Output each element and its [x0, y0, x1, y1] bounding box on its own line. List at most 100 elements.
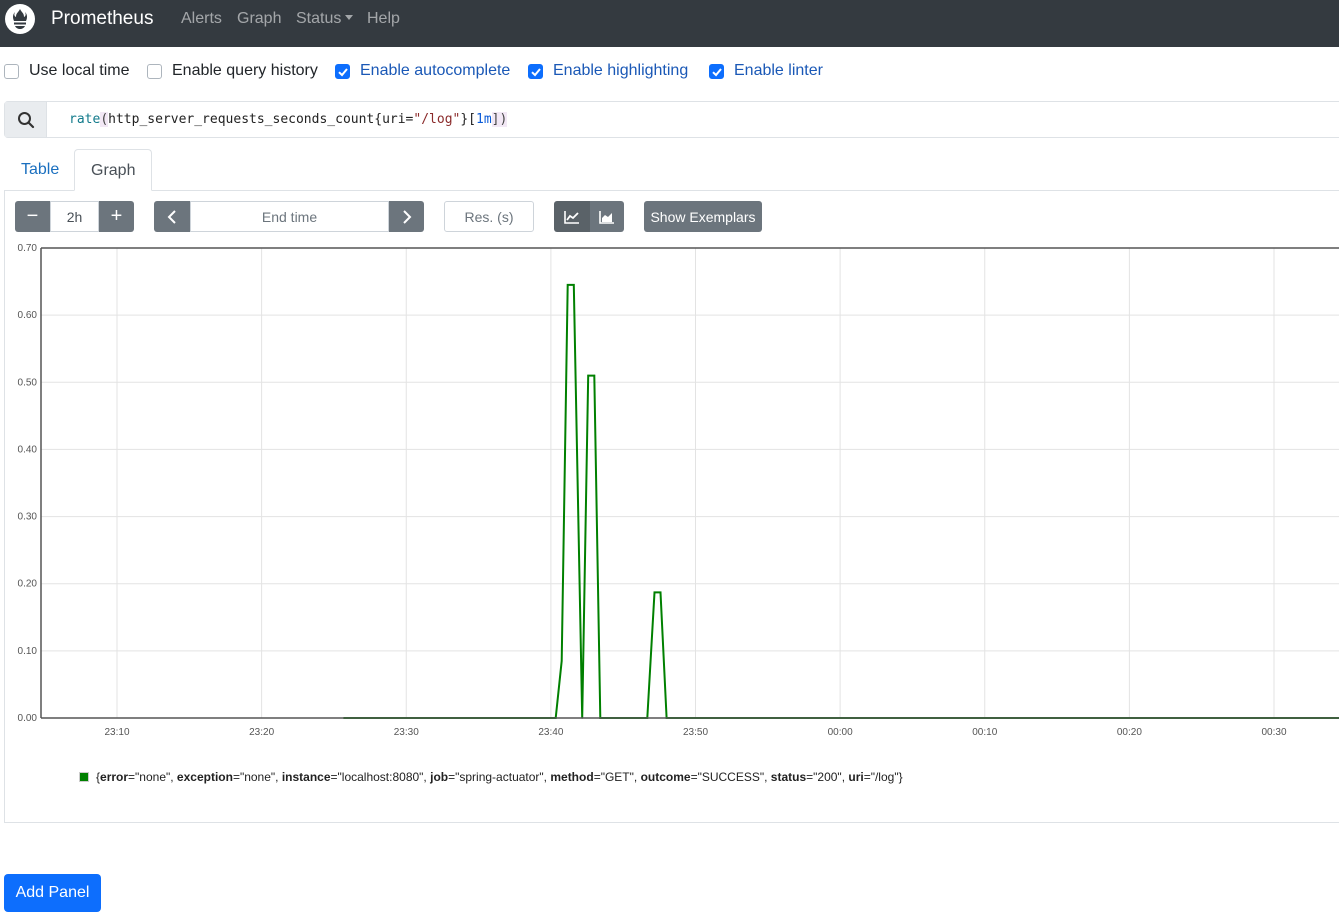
- option-enable-query-history[interactable]: Enable query history: [147, 62, 318, 80]
- resolution-input[interactable]: Res. (s): [444, 201, 534, 232]
- data-point: [560, 660, 563, 662]
- y-tick-label: 0.10: [18, 646, 38, 657]
- add-panel-button[interactable]: Add Panel: [4, 874, 101, 912]
- data-point: [587, 374, 589, 377]
- brand-title[interactable]: Prometheus: [51, 8, 153, 30]
- data-point: [566, 284, 569, 286]
- x-tick-label: 00:00: [828, 727, 853, 738]
- data-point: [659, 591, 662, 594]
- checkbox-checked[interactable]: [709, 63, 724, 79]
- x-tick-label: 23:10: [104, 727, 129, 738]
- query-duration: 1m: [476, 112, 492, 127]
- legend-label-value: ="SUCCESS",: [690, 770, 771, 784]
- option-label: Enable linter: [734, 62, 823, 79]
- legend-label-key: instance: [281, 770, 331, 784]
- show-exemplars-button[interactable]: Show Exemplars: [644, 201, 762, 232]
- query-paren: (: [100, 112, 109, 127]
- nav-alerts[interactable]: Alerts: [181, 10, 222, 28]
- y-tick-label: 0.00: [18, 713, 38, 724]
- legend-label-value: ="spring-actuator",: [448, 770, 551, 784]
- legend-label-key: method: [550, 770, 594, 784]
- area-chart-icon: [599, 210, 614, 224]
- x-tick-label: 00:20: [1117, 727, 1142, 738]
- option-label: Enable autocomplete: [360, 62, 511, 79]
- tab-divider: [4, 190, 1339, 191]
- option-use-local-time[interactable]: Use local time: [4, 62, 129, 80]
- legend-label-value: ="GET",: [593, 770, 641, 784]
- option-label: Enable highlighting: [553, 62, 689, 79]
- line-chart-icon: [564, 210, 579, 224]
- legend-label: {error="none", exception="none", instanc…: [96, 770, 903, 784]
- time-series-chart[interactable]: 0.00 0.10 0.20 0.30 0.40 0.50 0.60 0.70 23:10 23…: [0, 240, 1339, 745]
- checkbox[interactable]: [4, 63, 19, 79]
- data-point: [573, 284, 575, 286]
- chart-frame: [40, 247, 1339, 719]
- x-tick-label: 23:20: [249, 727, 274, 738]
- x-tick-label: 00:30: [1261, 727, 1286, 738]
- end-time-input[interactable]: End time: [190, 201, 389, 232]
- query-metric: http_server_requests_seconds_count{uri=: [108, 112, 414, 127]
- x-tick-label: 23:40: [538, 727, 563, 738]
- prometheus-logo-icon[interactable]: [5, 4, 35, 34]
- search-icon: [17, 111, 34, 128]
- legend-label-value: ="localhost:8080",: [330, 770, 431, 784]
- option-enable-autocomplete[interactable]: Enable autocomplete: [335, 62, 510, 80]
- legend-label-key: exception: [176, 770, 233, 784]
- chevron-left-icon: [167, 209, 176, 224]
- caret-down-icon: [345, 15, 354, 21]
- stacked-chart-button[interactable]: [590, 201, 624, 232]
- series-layer: [342, 283, 1339, 719]
- y-tick-label: 0.20: [18, 579, 38, 590]
- tab-graph[interactable]: Graph: [74, 149, 152, 191]
- option-enable-linter[interactable]: Enable linter: [709, 62, 823, 80]
- x-tick-label: 23:50: [683, 727, 708, 738]
- nav-help[interactable]: Help: [367, 10, 400, 28]
- earlier-button[interactable]: [154, 201, 190, 232]
- legend-label-value: ="200",: [806, 770, 849, 784]
- legend-label-key: uri: [848, 770, 864, 784]
- y-axis: 0.00 0.10 0.20 0.30 0.40 0.50 0.60 0.70: [18, 243, 38, 724]
- checkbox-checked[interactable]: [528, 63, 543, 79]
- legend-label-value: ="none",: [232, 770, 282, 784]
- query-close: ]): [491, 112, 508, 127]
- query-expression-input[interactable]: rate(http_server_requests_seconds_count{…: [47, 102, 508, 137]
- chart-grid: [41, 247, 1339, 719]
- y-tick-label: 0.60: [18, 310, 38, 321]
- query-bar: rate(http_server_requests_seconds_count{…: [4, 101, 1339, 138]
- data-point: [653, 591, 656, 594]
- legend-label-key: job: [430, 770, 449, 784]
- nav-status[interactable]: Status: [296, 10, 354, 28]
- legend-label-key: outcome: [640, 770, 691, 784]
- legend-item[interactable]: {error="none", exception="none", instanc…: [78, 770, 903, 784]
- legend-label-key: status: [770, 770, 807, 784]
- y-tick-label: 0.40: [18, 444, 38, 455]
- y-tick-label: 0.30: [18, 512, 38, 523]
- option-label: Enable query history: [172, 62, 318, 79]
- query-brace: }[: [460, 112, 477, 127]
- legend-swatch: [78, 771, 90, 783]
- chevron-right-icon: [402, 209, 411, 224]
- y-tick-label: 0.70: [18, 243, 38, 254]
- query-function: rate: [69, 112, 101, 127]
- nav-graph[interactable]: Graph: [237, 10, 281, 28]
- navbar: Prometheus Alerts Graph Status Help: [0, 0, 1339, 47]
- legend-label-value: ="none",: [128, 770, 177, 784]
- checkbox-checked[interactable]: [335, 63, 350, 79]
- execute-query-button[interactable]: [5, 102, 47, 137]
- check-icon: [712, 67, 722, 76]
- legend-label-value: ="/log": [863, 770, 899, 784]
- nav-status-label: Status: [296, 10, 342, 27]
- tab-table[interactable]: Table: [5, 149, 75, 191]
- range-input[interactable]: 2h: [50, 201, 99, 232]
- option-label: Use local time: [29, 62, 130, 79]
- y-tick-label: 0.50: [18, 377, 38, 388]
- increase-range-button[interactable]: +: [99, 201, 134, 232]
- data-point: [593, 374, 596, 377]
- checkbox[interactable]: [147, 63, 162, 79]
- option-enable-highlighting[interactable]: Enable highlighting: [528, 62, 688, 80]
- later-button[interactable]: [389, 201, 424, 232]
- unstacked-chart-button[interactable]: [554, 201, 590, 232]
- x-tick-label: 00:10: [972, 727, 997, 738]
- x-axis: 23:10 23:20 23:30 23:40 23:50 00:00 00:10 00:20…: [104, 727, 1286, 738]
- decrease-range-button[interactable]: −: [15, 201, 50, 232]
